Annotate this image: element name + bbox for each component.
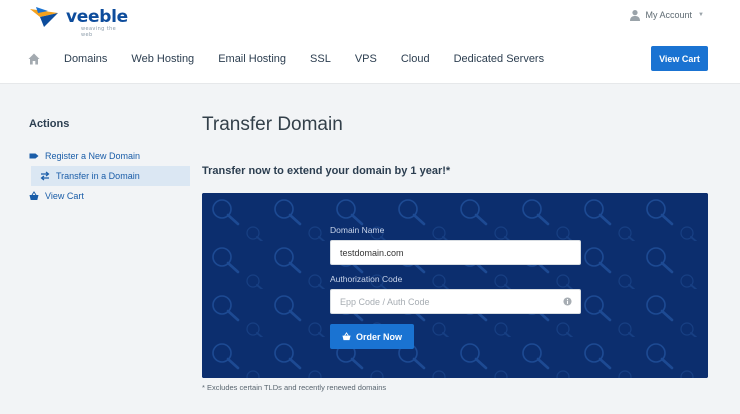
footnote: * Excludes certain TLDs and recently ren… — [202, 383, 387, 392]
nav-item-ssl[interactable]: SSL — [310, 53, 331, 65]
domain-name-label: Domain Name — [330, 225, 385, 235]
nav-item-domains[interactable]: Domains — [64, 53, 107, 65]
auth-code-input[interactable]: Epp Code / Auth Code — [330, 289, 581, 314]
logo[interactable]: veeble weaving the web — [28, 3, 128, 38]
tag-icon — [29, 153, 39, 159]
auth-code-placeholder: Epp Code / Auth Code — [340, 296, 430, 307]
my-account-label: My Account — [645, 10, 693, 20]
home-icon[interactable] — [28, 53, 40, 65]
chevron-down-icon: ▼ — [698, 12, 704, 18]
sidebar-item-label: Register a New Domain — [45, 151, 141, 161]
my-account-menu[interactable]: My Account ▼ — [629, 8, 704, 22]
actions-sidebar: Actions Register a New Domain Transfer i… — [29, 118, 191, 206]
nav-item-vps[interactable]: VPS — [355, 53, 377, 65]
main-nav: Domains Web Hosting Email Hosting SSL VP… — [28, 46, 568, 72]
page-title: Transfer Domain — [202, 114, 343, 135]
logo-bird-icon — [30, 7, 58, 27]
sidebar-title: Actions — [29, 118, 70, 130]
domain-name-input[interactable]: testdomain.com — [330, 240, 581, 265]
transfer-form-panel: Domain Name testdomain.com Authorization… — [202, 193, 708, 378]
logo-tagline: weaving the web — [81, 26, 117, 38]
auth-code-label: Authorization Code — [330, 274, 403, 284]
top-header: veeble weaving the web My Account ▼ Doma… — [0, 0, 740, 84]
exchange-icon — [40, 171, 50, 181]
panel-background-pattern — [202, 193, 708, 378]
basket-icon — [342, 332, 351, 341]
sidebar-item-transfer-domain[interactable]: Transfer in a Domain — [31, 166, 190, 186]
user-icon — [629, 10, 640, 21]
sidebar-item-label: Transfer in a Domain — [56, 171, 140, 181]
basket-icon — [29, 191, 39, 200]
sidebar-item-view-cart[interactable]: View Cart — [29, 186, 191, 206]
order-now-button[interactable]: Order Now — [330, 324, 414, 349]
page-subtitle: Transfer now to extend your domain by 1 … — [202, 165, 451, 177]
logo-text: veeble — [66, 7, 128, 27]
nav-item-dedicated-servers[interactable]: Dedicated Servers — [454, 53, 545, 65]
order-now-label: Order Now — [355, 331, 402, 342]
nav-item-email-hosting[interactable]: Email Hosting — [218, 53, 286, 65]
nav-item-cloud[interactable]: Cloud — [401, 53, 430, 65]
sidebar-item-label: View Cart — [45, 191, 84, 201]
info-icon[interactable] — [563, 297, 572, 306]
view-cart-button[interactable]: View Cart — [651, 46, 708, 71]
sidebar-item-register-domain[interactable]: Register a New Domain — [29, 146, 191, 166]
nav-item-web-hosting[interactable]: Web Hosting — [131, 53, 194, 65]
